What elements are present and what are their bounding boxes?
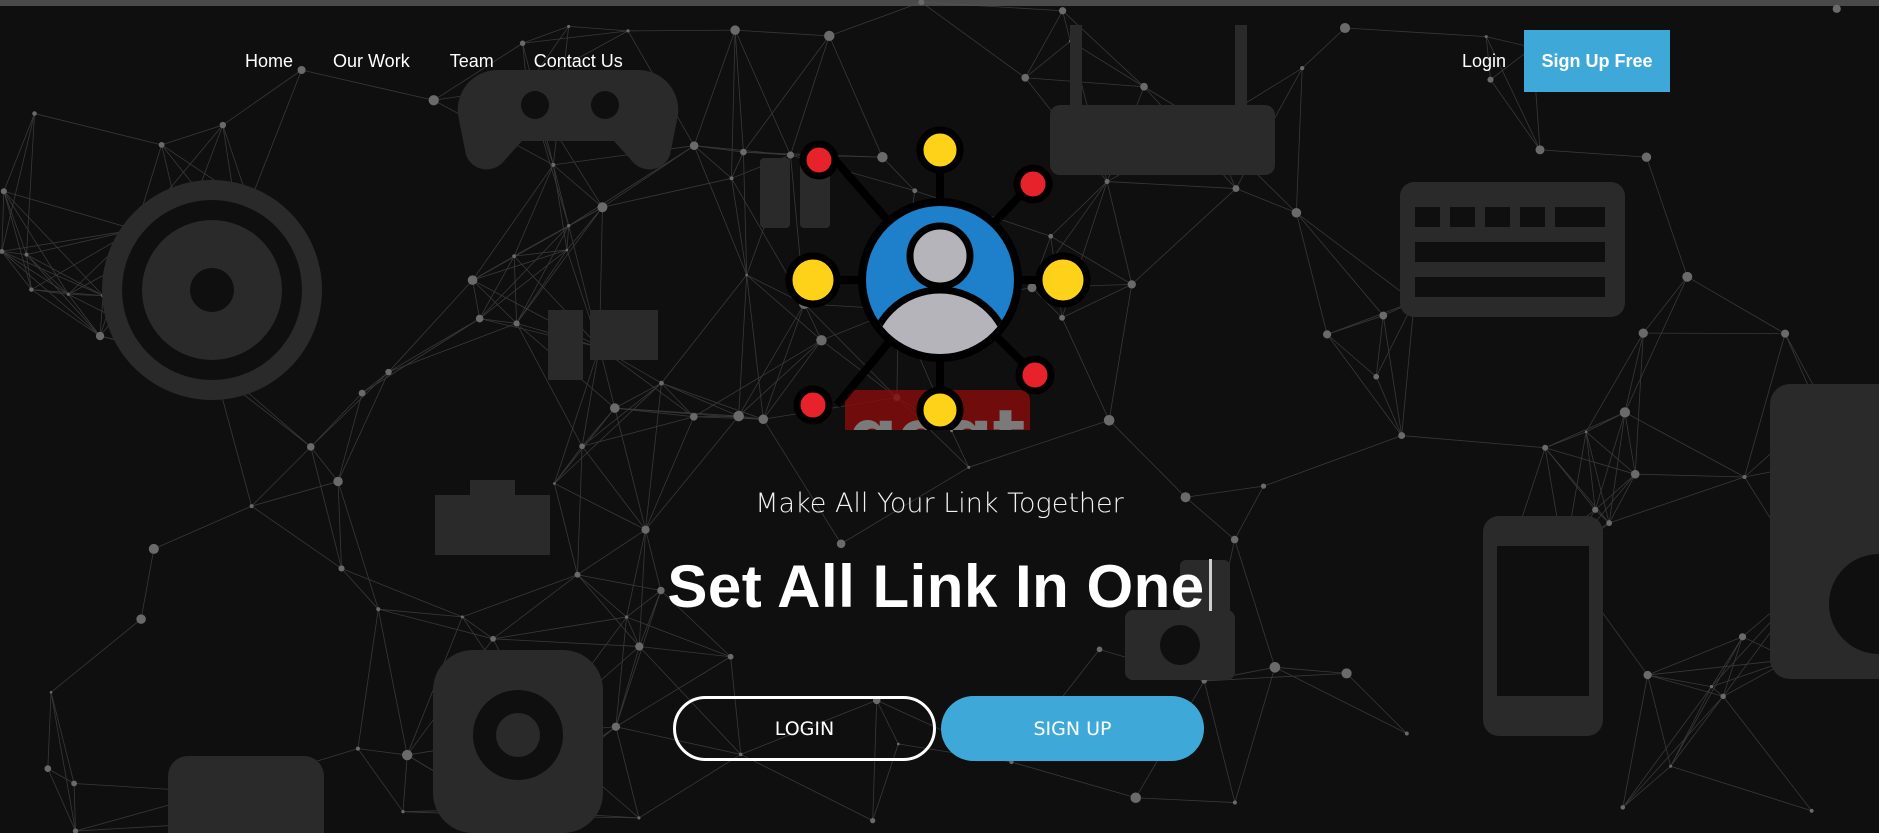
main-nav: Home Our Work Team Contact Us	[245, 50, 663, 72]
node-top	[916, 126, 964, 174]
nav-home[interactable]: Home	[245, 50, 293, 72]
node-top-left	[799, 140, 839, 180]
music-player-icon	[1770, 384, 1879, 679]
hero-headline: Set All Link In One	[0, 552, 1879, 621]
node-top-right	[1013, 164, 1053, 204]
gamepad-icon	[457, 70, 679, 170]
webcam-icon	[433, 650, 603, 833]
desktop-icon	[548, 310, 658, 380]
node-bottom	[916, 386, 964, 430]
nav-contact-us[interactable]: Contact Us	[534, 50, 623, 72]
hero-signup-button[interactable]: SIGN UP	[941, 696, 1204, 761]
nav-team[interactable]: Team	[450, 50, 494, 72]
tablet-icon	[168, 756, 324, 833]
hero-subtitle: Make All Your Link Together	[755, 488, 1124, 519]
node-bottom-left	[793, 385, 833, 425]
node-left	[785, 252, 841, 308]
hero-headline-text: Set All Link In One	[667, 553, 1205, 620]
keyboard-icon	[1400, 182, 1625, 317]
typing-caret	[1208, 559, 1212, 611]
login-link[interactable]: Login	[1462, 50, 1506, 72]
nav-our-work[interactable]: Our Work	[333, 50, 410, 72]
user-network-icon: gogt	[785, 126, 1091, 430]
sign-up-free-button[interactable]: Sign Up Free	[1524, 30, 1670, 92]
node-right	[1035, 252, 1091, 308]
hero-login-button[interactable]: LOGIN	[673, 696, 936, 761]
smartphone-icon	[1483, 516, 1603, 736]
node-bottom-right	[1015, 355, 1055, 395]
disc-icon	[102, 180, 322, 400]
